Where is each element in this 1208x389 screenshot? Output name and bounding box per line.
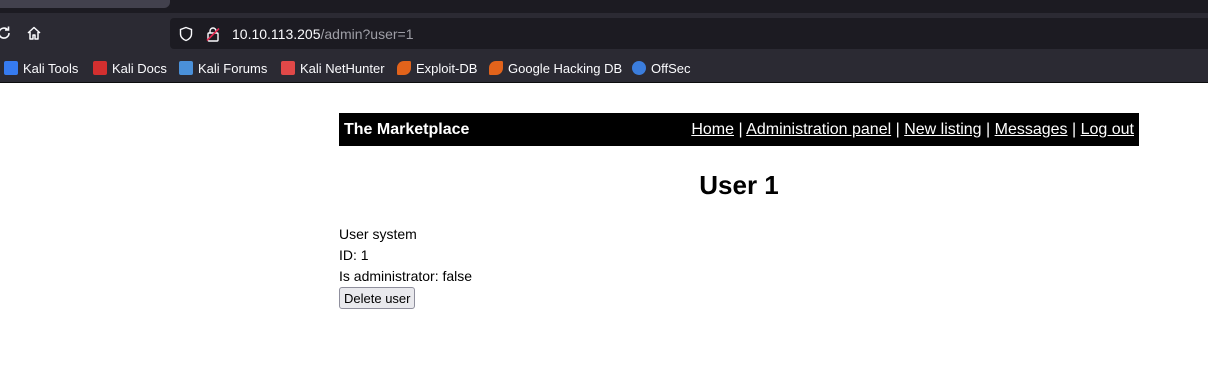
url-text[interactable]: 10.10.113.205/admin?user=1: [232, 25, 414, 43]
delete-user-button[interactable]: Delete user: [339, 287, 416, 309]
bookmarks-toolbar: Kali Tools Kali Docs Kali Forums Kali Ne…: [0, 54, 1208, 83]
bookmark-label: Kali Docs: [112, 60, 167, 76]
bookmark-exploit-db[interactable]: Exploit-DB: [397, 59, 477, 77]
exploit-db-icon: [397, 61, 411, 75]
nav-admin-link[interactable]: Administration panel: [746, 121, 891, 138]
home-icon[interactable]: [24, 23, 44, 43]
nav-home-link[interactable]: Home: [691, 121, 734, 138]
kali-forums-icon: [179, 61, 193, 75]
page-title: User 1: [699, 170, 779, 200]
nav-messages-link[interactable]: Messages: [995, 121, 1068, 138]
offsec-icon: [632, 61, 646, 75]
bookmark-label: Kali Tools: [23, 60, 79, 76]
kali-docs-icon: [93, 61, 107, 75]
active-tab[interactable]: [0, 0, 170, 8]
kali-tools-icon: [4, 61, 18, 75]
bookmark-kali-nethunter[interactable]: Kali NetHunter: [281, 59, 385, 77]
url-path: /admin?user=1: [320, 26, 414, 42]
user-name-line: User system: [339, 226, 417, 242]
tab-strip: [0, 0, 1208, 13]
ghdb-icon: [489, 61, 503, 75]
bookmark-offsec[interactable]: OffSec: [632, 59, 691, 77]
site-brand: The Marketplace: [344, 121, 470, 138]
shield-icon[interactable]: [177, 25, 195, 43]
site-header: The Marketplace Home | Administration pa…: [339, 113, 1139, 146]
url-host: 10.10.113.205: [232, 26, 321, 42]
bookmark-kali-tools[interactable]: Kali Tools: [4, 59, 78, 77]
navigation-toolbar: 10.10.113.205/admin?user=1: [0, 13, 1208, 54]
reload-icon[interactable]: [0, 23, 14, 43]
bookmark-kali-forums[interactable]: Kali Forums: [179, 59, 267, 77]
bookmark-label: Kali NetHunter: [300, 60, 385, 76]
url-bar[interactable]: 10.10.113.205/admin?user=1: [170, 18, 1208, 49]
bookmark-label: Google Hacking DB: [508, 60, 623, 76]
nav-separator: |: [1072, 121, 1081, 138]
nav-logout-link[interactable]: Log out: [1081, 121, 1134, 138]
bookmark-google-hacking-db[interactable]: Google Hacking DB: [489, 59, 622, 77]
bookmark-label: Exploit-DB: [416, 60, 478, 76]
site-nav: Home | Administration panel | New listin…: [691, 121, 1134, 139]
insecure-lock-icon[interactable]: [204, 25, 222, 43]
bookmark-label: OffSec: [651, 60, 691, 76]
kali-nethunter-icon: [281, 61, 295, 75]
nav-separator: |: [986, 121, 995, 138]
user-id-line: ID: 1: [339, 247, 369, 263]
nav-separator: |: [895, 121, 905, 138]
user-admin-status: Is administrator: false: [339, 268, 473, 284]
bookmark-kali-docs[interactable]: Kali Docs: [93, 59, 167, 77]
nav-separator: |: [738, 121, 747, 138]
nav-new-listing-link[interactable]: New listing: [904, 121, 981, 138]
bookmark-label: Kali Forums: [198, 60, 268, 76]
